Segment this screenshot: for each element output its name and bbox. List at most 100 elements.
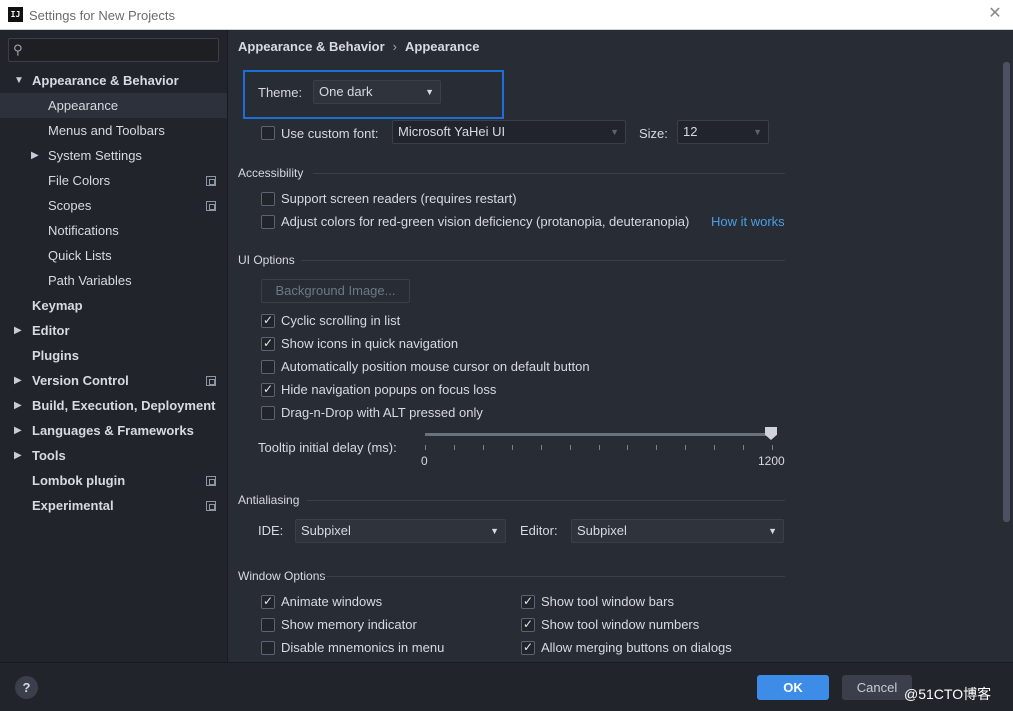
slider-max-label: 1200 [758, 454, 785, 468]
slider-tick [714, 445, 716, 450]
sidebar-item-keymap[interactable]: Keymap [0, 293, 227, 318]
tool-window-bars-checkbox[interactable] [521, 594, 535, 609]
antialiasing-title: Antialiasing [238, 493, 300, 507]
adjust-colors-checkbox[interactable] [261, 215, 275, 229]
auto-position-label: Automatically position mouse cursor on d… [281, 359, 590, 374]
chevron-down-icon[interactable]: ▼ [14, 68, 24, 93]
sidebar-item-languages-frameworks[interactable]: ▶ Languages & Frameworks [0, 418, 227, 443]
tool-window-bars-label: Show tool window bars [541, 594, 674, 609]
chevron-right-icon[interactable]: ▶ [14, 443, 22, 468]
tool-window-numbers-label: Show tool window numbers [541, 617, 700, 632]
breadcrumb: Appearance & Behavior › Appearance [238, 39, 479, 54]
sidebar-item-appearance[interactable]: Appearance [0, 93, 227, 118]
font-size-select[interactable]: 12 ▼ [677, 120, 769, 144]
show-icons-checkbox[interactable] [261, 336, 275, 351]
memory-indicator-checkbox[interactable] [261, 618, 275, 632]
sidebar-item-path-variables[interactable]: Path Variables [0, 268, 227, 293]
slider-tick [627, 445, 629, 450]
search-icon: ⚲ [13, 42, 23, 57]
slider-tick [743, 445, 745, 450]
breadcrumb-current: Appearance [405, 39, 480, 54]
dialog-footer: ? OK Cancel @51CTO博客 [0, 662, 1013, 711]
screen-readers-checkbox[interactable] [261, 192, 275, 206]
drag-drop-checkbox[interactable] [261, 406, 275, 420]
sidebar-item-label: Scopes [48, 198, 92, 213]
auto-position-checkbox[interactable] [261, 360, 275, 374]
chevron-right-icon[interactable]: ▶ [14, 418, 22, 443]
ok-button[interactable]: OK [757, 675, 829, 700]
search-box[interactable]: ⚲ [8, 38, 219, 62]
tool-window-numbers-checkbox[interactable] [521, 617, 535, 632]
background-image-button[interactable]: Background Image... [261, 279, 410, 303]
theme-label: Theme: [258, 85, 303, 100]
slider-tick [453, 445, 455, 450]
slider-tick [482, 445, 484, 450]
ui-options-title: UI Options [238, 253, 295, 267]
slider-tick [511, 445, 513, 450]
chevron-down-icon: ▼ [610, 127, 619, 137]
sidebar-item-label: Build, Execution, Deployment [32, 398, 216, 413]
chevron-down-icon: ▼ [768, 526, 777, 536]
help-button[interactable]: ? [15, 676, 38, 699]
sidebar-item-editor[interactable]: ▶ Editor [0, 318, 227, 343]
font-size-label: Size: [639, 126, 668, 141]
merging-buttons-checkbox[interactable] [521, 640, 535, 655]
slider-tick [685, 445, 687, 450]
sidebar-item-label: Lombok plugin [32, 473, 126, 488]
sidebar-item-appearance-behavior[interactable]: ▼ Appearance & Behavior [0, 68, 227, 93]
ide-antialiasing-select[interactable]: Subpixel ▼ [295, 519, 506, 543]
editor-antialiasing-select[interactable]: Subpixel ▼ [571, 519, 784, 543]
chevron-right-icon[interactable]: ▶ [14, 368, 22, 393]
sidebar-item-file-colors[interactable]: File Colors [0, 168, 227, 193]
hide-popups-checkbox[interactable] [261, 382, 275, 397]
drag-drop-label: Drag-n-Drop with ALT pressed only [281, 405, 483, 420]
slider-tick [598, 445, 600, 450]
sidebar-item-lombok-plugin[interactable]: Lombok plugin [0, 468, 227, 493]
chevron-right-icon[interactable]: ▶ [14, 318, 22, 343]
cancel-button[interactable]: Cancel [842, 675, 912, 700]
sidebar-item-scopes[interactable]: Scopes [0, 193, 227, 218]
project-settings-icon [206, 176, 216, 186]
sidebar-item-quick-lists[interactable]: Quick Lists [0, 243, 227, 268]
watermark: @51CTO博客 [904, 686, 992, 702]
sidebar-item-label: Editor [32, 323, 70, 338]
sidebar-item-label: Keymap [32, 298, 83, 313]
tooltip-delay-label: Tooltip initial delay (ms): [258, 440, 397, 455]
theme-select[interactable]: One dark ▼ [313, 80, 441, 104]
vertical-scrollbar[interactable] [1003, 62, 1010, 522]
merging-buttons-label: Allow merging buttons on dialogs [541, 640, 732, 655]
chevron-down-icon: ▼ [753, 127, 762, 137]
section-divider [313, 173, 785, 174]
cyclic-scrolling-checkbox[interactable] [261, 313, 275, 328]
sidebar-item-label: File Colors [48, 173, 111, 188]
custom-font-checkbox[interactable] [261, 126, 275, 140]
custom-font-label: Use custom font: [281, 126, 379, 141]
animate-windows-checkbox[interactable] [261, 594, 275, 609]
editor-antialiasing-label: Editor: [520, 523, 558, 538]
chevron-right-icon[interactable]: ▶ [14, 393, 22, 418]
sidebar-item-experimental[interactable]: Experimental [0, 493, 227, 518]
disable-mnemonics-checkbox[interactable] [261, 641, 275, 655]
chevron-right-icon[interactable]: ▶ [31, 143, 39, 168]
sidebar-item-system-settings[interactable]: ▶ System Settings [0, 143, 227, 168]
close-icon[interactable]: ✕ [987, 6, 1003, 22]
sidebar-item-label: System Settings [48, 148, 142, 163]
sidebar-item-label: Appearance & Behavior [32, 73, 179, 88]
sidebar-item-tools[interactable]: ▶ Tools [0, 443, 227, 468]
sidebar-item-notifications[interactable]: Notifications [0, 218, 227, 243]
sidebar-item-plugins[interactable]: Plugins [0, 343, 227, 368]
how-it-works-link[interactable]: How it works [711, 214, 785, 229]
sidebar-item-label: Appearance [48, 98, 119, 113]
hide-popups-label: Hide navigation popups on focus loss [281, 382, 497, 397]
custom-font-select[interactable]: Microsoft YaHei UI ▼ [392, 120, 626, 144]
tooltip-delay-slider-thumb[interactable] [765, 427, 777, 440]
adjust-colors-label: Adjust colors for red-green vision defic… [281, 214, 690, 229]
sidebar-item-menus-toolbars[interactable]: Menus and Toolbars [0, 118, 227, 143]
ide-antialiasing-label: IDE: [258, 523, 284, 538]
sidebar-item-version-control[interactable]: ▶ Version Control [0, 368, 227, 393]
sidebar-item-build-execution-deployment[interactable]: ▶ Build, Execution, Deployment [0, 393, 227, 418]
breadcrumb-separator: › [392, 39, 398, 54]
breadcrumb-parent[interactable]: Appearance & Behavior [238, 39, 385, 54]
tooltip-delay-slider-track[interactable] [425, 433, 772, 436]
search-input[interactable] [31, 41, 216, 59]
